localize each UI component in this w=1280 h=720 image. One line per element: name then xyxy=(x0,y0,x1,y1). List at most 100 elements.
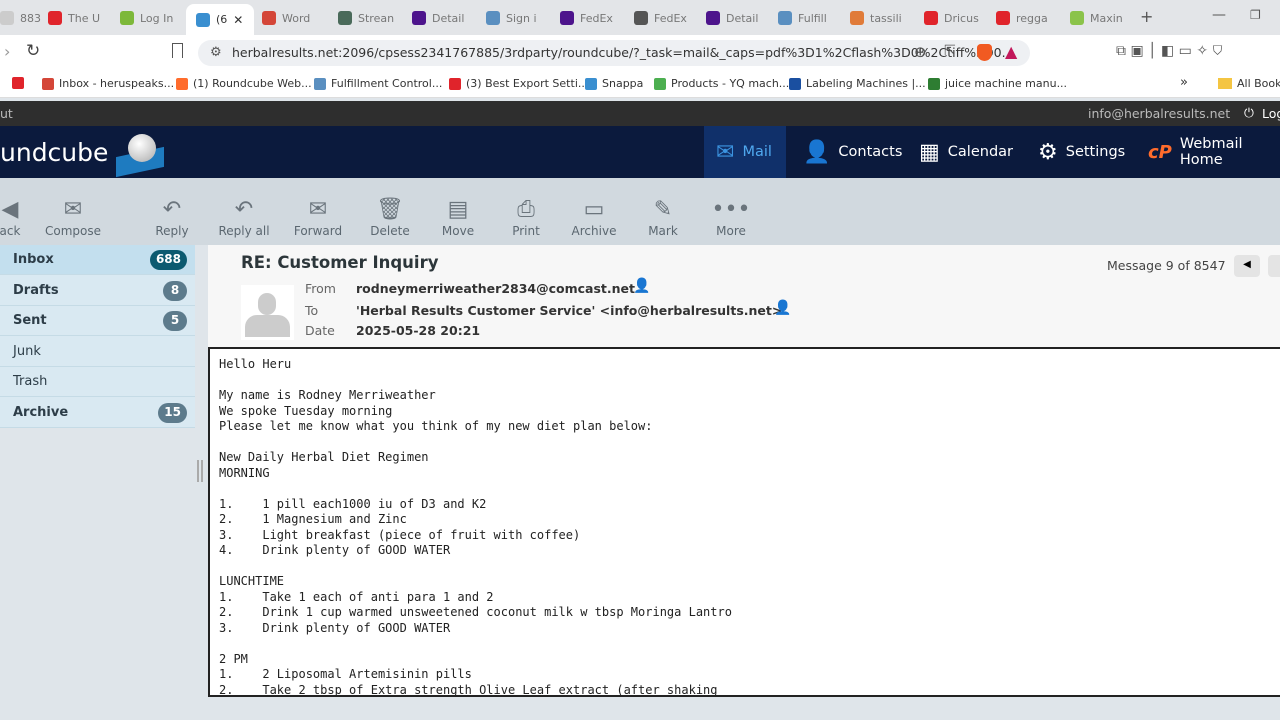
bookmark-icon[interactable] xyxy=(172,43,183,58)
bookmark-favicon-icon xyxy=(654,77,666,90)
bookmark-item[interactable]: Products - YQ mach... xyxy=(654,77,789,90)
bookmark-item[interactable]: Fulfillment Control... xyxy=(314,77,442,90)
browser-tab[interactable]: The U xyxy=(48,7,112,29)
add-contact-icon[interactable]: 👤 xyxy=(633,278,650,294)
bookmark-item[interactable] xyxy=(12,77,29,89)
zoom-icon[interactable]: ⊕ xyxy=(914,43,927,61)
mark-icon: ✎ xyxy=(653,196,673,222)
bookmarks-bar: Inbox - heruspeaks... (1) Roundcube Web..… xyxy=(0,70,1280,98)
all-bookmarks-button[interactable]: All Bookm xyxy=(1218,77,1280,90)
browser-tab[interactable]: regga xyxy=(996,7,1060,29)
browser-tab[interactable]: Detail xyxy=(706,7,770,29)
toolbar-print-button[interactable]: ⎙ Print xyxy=(494,194,558,239)
new-tab-button[interactable]: + xyxy=(1140,7,1153,26)
toolbar-label: More xyxy=(716,224,746,238)
toolbar-ack-button[interactable]: ◀ ack xyxy=(0,194,42,239)
tab-title: 883 xyxy=(20,11,41,25)
folder-drafts[interactable]: Drafts 8 xyxy=(0,276,195,306)
browser-tab[interactable]: (6 ✕ xyxy=(186,4,254,35)
toolbar-compose-button[interactable]: ✉ Compose xyxy=(41,194,105,239)
tab-favicon-icon xyxy=(706,11,720,25)
from-address[interactable]: rodneymerriweather2834@comcast.net xyxy=(356,281,635,296)
unread-count-badge: 688 xyxy=(149,250,187,270)
tab-favicon-icon xyxy=(1070,11,1084,25)
rewards-icon[interactable]: ▲ xyxy=(1005,42,1017,61)
browser-tab[interactable]: Detail xyxy=(412,7,476,29)
tab-title: Log In xyxy=(140,11,174,25)
browser-tab[interactable]: Fulfill xyxy=(778,7,842,29)
tab-favicon-icon xyxy=(924,11,938,25)
tab-favicon-icon xyxy=(0,11,14,25)
all-bookmarks-label: All Bookm xyxy=(1237,77,1280,90)
toolbar-more-button[interactable]: ••• More xyxy=(699,194,763,239)
browser-tab[interactable]: tassili xyxy=(850,7,914,29)
browser-tab[interactable]: Strean xyxy=(338,7,402,29)
toolbar-move-button[interactable]: ▤ Move xyxy=(426,194,490,239)
toolbar-label: Print xyxy=(512,224,540,238)
folder-sent[interactable]: Sent 5 xyxy=(0,306,195,336)
splitter-handle[interactable] xyxy=(197,460,203,482)
toolbar-forward-button[interactable]: ✉ Forward xyxy=(286,194,350,239)
bookmark-favicon-icon xyxy=(176,77,188,90)
reload-icon[interactable]: ↻ xyxy=(26,41,40,61)
logout-link[interactable]: Log xyxy=(1262,106,1280,121)
toolbar-mark-button[interactable]: ✎ Mark xyxy=(631,194,695,239)
bookmark-item[interactable]: Inbox - heruspeaks... xyxy=(42,77,174,90)
bookmark-label: (1) Roundcube Web... xyxy=(193,77,312,90)
share-icon[interactable]: ⇱ xyxy=(944,43,956,59)
forward-icon[interactable]: › xyxy=(4,42,10,61)
browser-tab[interactable]: Sign i xyxy=(486,7,550,29)
more-bookmarks-button[interactable]: » xyxy=(1180,75,1188,90)
bookmark-item[interactable]: Snappa xyxy=(585,77,643,90)
tab-favicon-icon xyxy=(120,11,134,25)
folder-junk[interactable]: Junk xyxy=(0,337,195,367)
toolbar-label: Forward xyxy=(293,224,343,238)
next-message-button[interactable] xyxy=(1268,255,1280,277)
toolbar-reply-button[interactable]: ↶ Reply xyxy=(140,194,204,239)
power-icon[interactable]: ⏻ xyxy=(1244,105,1254,121)
browser-tab[interactable]: Dricus xyxy=(924,7,988,29)
prev-message-button[interactable]: ◀ xyxy=(1234,255,1260,277)
bookmark-item[interactable]: (1) Roundcube Web... xyxy=(176,77,312,90)
site-info-icon[interactable]: ⚙ xyxy=(210,45,222,60)
bookmark-label: (3) Best Export Setti... xyxy=(466,77,589,90)
browser-tab[interactable]: Log In xyxy=(120,7,184,29)
top-line: ut info@herbalresults.net ⏻ Log xyxy=(0,101,1280,126)
tab-favicon-icon xyxy=(412,11,426,25)
bookmark-item[interactable]: (3) Best Export Setti... xyxy=(449,77,588,90)
nav-mail[interactable]: ✉ Mail xyxy=(716,126,772,178)
toolbar-delete-button[interactable]: 🗑 Delete xyxy=(358,194,422,239)
toolbar-reply-all-button[interactable]: ↶ Reply all xyxy=(212,194,276,239)
bookmark-item[interactable]: juice machine manu... xyxy=(928,77,1067,90)
folder-inbox[interactable]: Inbox 688 xyxy=(0,245,195,275)
nav-calendar[interactable]: ▦ Calendar xyxy=(919,126,1013,178)
browser-tab[interactable]: FedEx xyxy=(560,7,624,29)
folder-archive[interactable]: Archive 15 xyxy=(0,398,195,428)
message-counter: Message 9 of 8547 xyxy=(1107,258,1226,273)
bookmark-item[interactable]: Labeling Machines |... xyxy=(789,77,926,90)
roundcube-logo: undcube xyxy=(0,138,109,167)
tab-favicon-icon xyxy=(486,11,500,25)
toolbar-archive-button[interactable]: ▭ Archive xyxy=(562,194,626,239)
folder-list: Inbox 688 Drafts 8 Sent 5 Junk Trash Archive 15 xyxy=(0,245,195,428)
tab-title: FedEx xyxy=(654,11,687,25)
browser-tab[interactable]: Maxin xyxy=(1070,7,1134,29)
nav-webmail-home[interactable]: cP Webmail Home xyxy=(1148,126,1280,178)
extensions-icon[interactable]: ⧉ ▣ │ ◧ ▭ ✧ ⛉ xyxy=(1116,43,1223,59)
folder-trash[interactable]: Trash xyxy=(0,367,195,397)
restore-button[interactable]: ❐ xyxy=(1250,8,1261,22)
add-contact-icon[interactable]: 👤 xyxy=(774,300,791,316)
browser-tab[interactable]: FedEx xyxy=(634,7,698,29)
browser-tab[interactable]: Word xyxy=(262,7,326,29)
minimize-button[interactable]: — xyxy=(1212,7,1226,23)
browser-tab-bar: 883 The U Log In (6 ✕ Word Strean Detail Sign i F… xyxy=(0,0,1280,35)
tab-favicon-icon xyxy=(560,11,574,25)
to-address[interactable]: 'Herbal Results Customer Service' <info@… xyxy=(356,303,782,318)
nav-contacts[interactable]: 👤 Contacts xyxy=(803,126,902,178)
tab-close-icon[interactable]: ✕ xyxy=(233,13,243,27)
toolbar-label: Archive xyxy=(571,224,617,238)
tab-title: Detail xyxy=(432,11,465,25)
brave-icon[interactable] xyxy=(977,44,992,61)
url-input[interactable]: herbalresults.net:2096/cpsess2341767885/… xyxy=(198,40,1030,66)
nav-settings[interactable]: ⚙ Settings xyxy=(1038,126,1125,178)
